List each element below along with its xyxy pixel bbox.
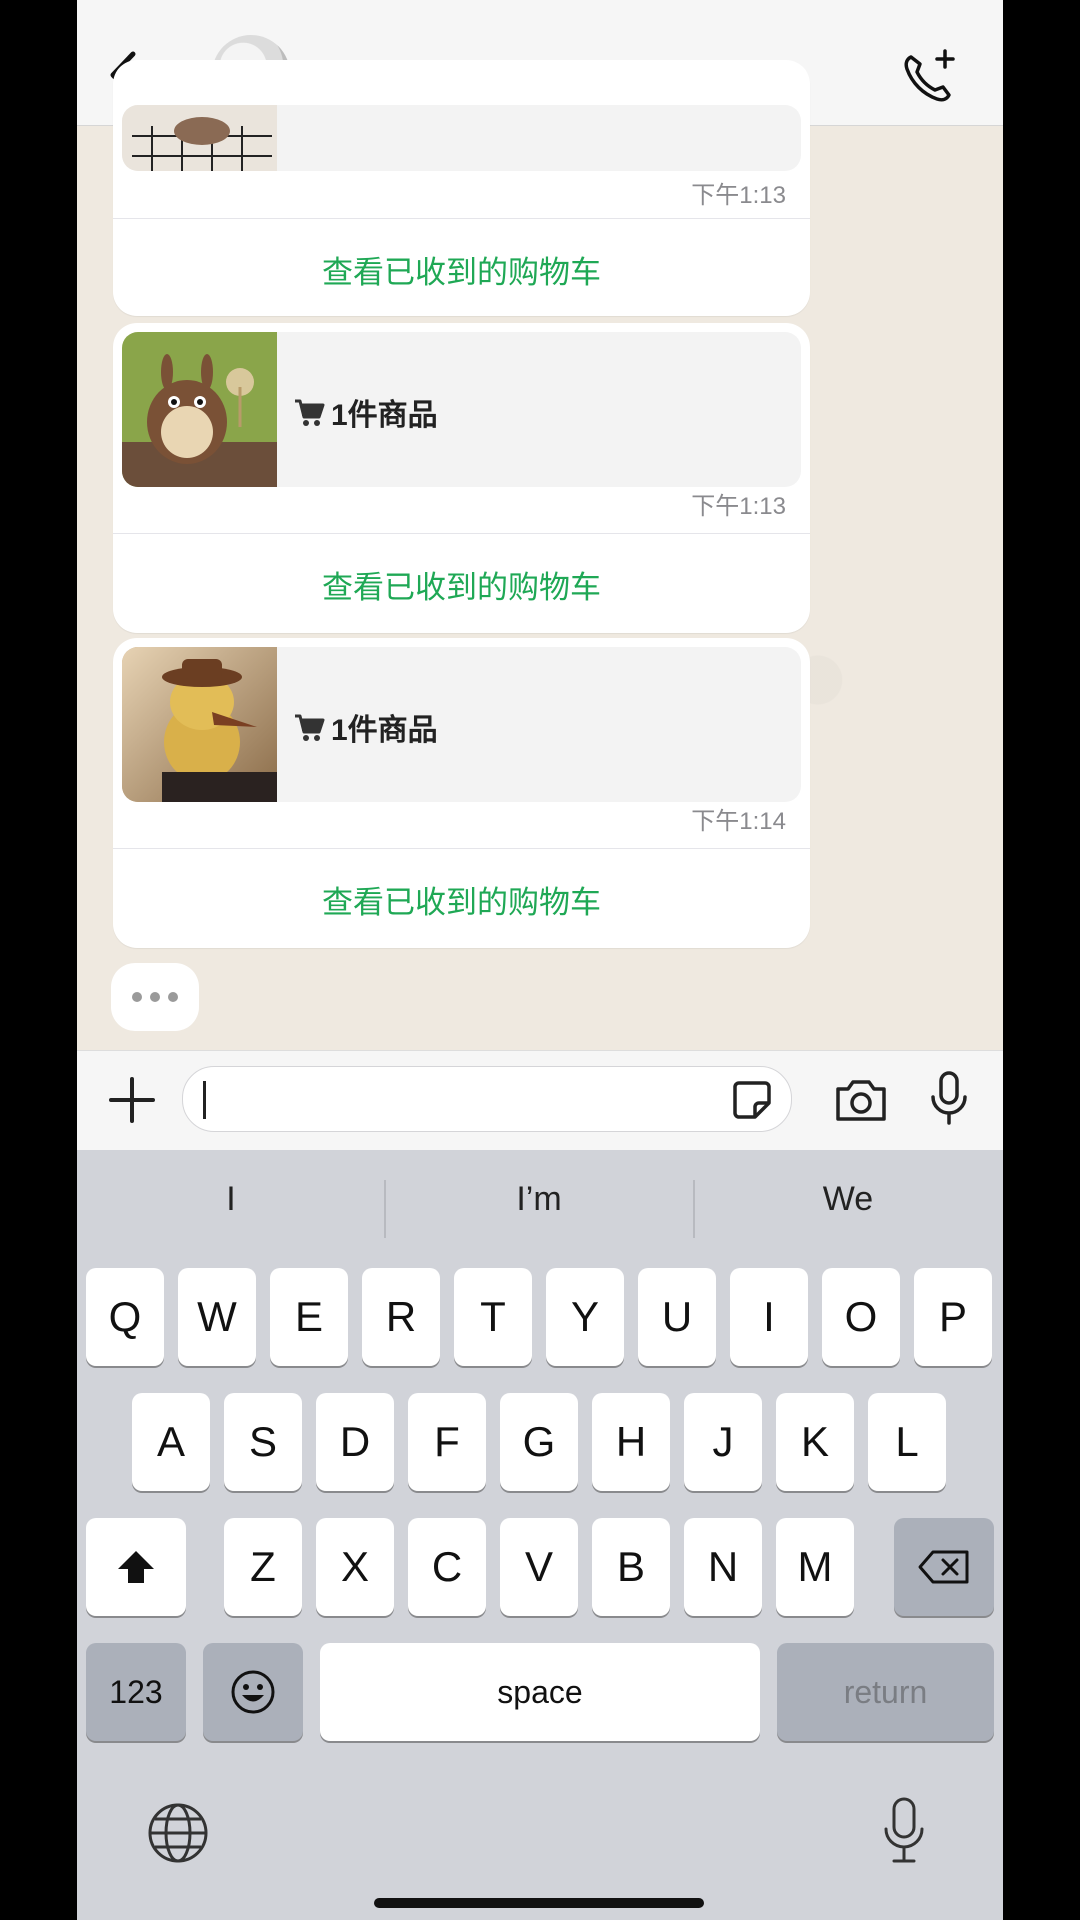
key-f[interactable]: F (408, 1393, 486, 1491)
key-t[interactable]: T (454, 1268, 532, 1366)
numbers-key[interactable]: 123 (86, 1643, 186, 1741)
message-input[interactable] (182, 1066, 792, 1132)
suggestion-3[interactable]: We (698, 1180, 998, 1219)
backspace-key[interactable] (894, 1518, 994, 1616)
suggestion-divider (384, 1180, 386, 1238)
cart-item-count: 1件商品 (293, 390, 438, 434)
home-indicator (374, 1898, 704, 1908)
key-m[interactable]: M (776, 1518, 854, 1616)
whatsapp-chat-screen: 在线 下午1:13 查看已收到的购物车 (77, 0, 1003, 1920)
cart-preview[interactable]: 1件商品 (122, 332, 801, 487)
view-cart-link[interactable]: 查看已收到的购物车 (113, 247, 810, 292)
key-s[interactable]: S (224, 1393, 302, 1491)
cart-message: 下午1:13 查看已收到的购物车 (113, 60, 810, 316)
product-thumbnail (122, 105, 277, 171)
key-g[interactable]: G (500, 1393, 578, 1491)
space-key[interactable]: space (320, 1643, 760, 1741)
key-c[interactable]: C (408, 1518, 486, 1616)
text-caret (203, 1081, 206, 1119)
key-v[interactable]: V (500, 1518, 578, 1616)
key-e[interactable]: E (270, 1268, 348, 1366)
call-add-icon (904, 49, 955, 102)
sticker-icon (733, 1081, 771, 1119)
suggestion-divider (693, 1180, 695, 1238)
emoji-icon (231, 1670, 275, 1714)
shift-key[interactable] (86, 1518, 186, 1616)
suggestion-1[interactable]: I (81, 1180, 381, 1219)
key-q[interactable]: Q (86, 1268, 164, 1366)
product-thumbnail (122, 332, 277, 487)
cart-preview[interactable]: 1件商品 (122, 647, 801, 802)
view-cart-link[interactable]: 查看已收到的购物车 (113, 562, 810, 607)
typing-dot (168, 992, 178, 1002)
key-z[interactable]: Z (224, 1518, 302, 1616)
suggestion-2[interactable]: I’m (389, 1180, 689, 1219)
camera-icon (836, 1080, 886, 1121)
typing-dot (132, 992, 142, 1002)
key-i[interactable]: I (730, 1268, 808, 1366)
cart-item-label: 1件商品 (331, 714, 438, 747)
divider (113, 218, 810, 219)
message-input-bar (77, 1050, 1003, 1151)
globe-button[interactable] (145, 1800, 211, 1866)
typing-indicator (111, 963, 199, 1031)
key-w[interactable]: W (178, 1268, 256, 1366)
camera-button[interactable] (832, 1071, 890, 1129)
voice-message-button[interactable] (927, 1069, 971, 1129)
cart-message: 1件商品 下午1:14 查看已收到的购物车 (113, 638, 810, 948)
plus-icon (109, 1077, 155, 1123)
key-o[interactable]: O (822, 1268, 900, 1366)
cart-icon (295, 399, 325, 426)
key-n[interactable]: N (684, 1518, 762, 1616)
dictation-button[interactable] (880, 1795, 928, 1867)
key-a[interactable]: A (132, 1393, 210, 1491)
divider (113, 533, 810, 534)
divider (113, 848, 810, 849)
key-x[interactable]: X (316, 1518, 394, 1616)
shift-icon (118, 1551, 154, 1583)
return-key[interactable]: return (777, 1643, 994, 1741)
key-h[interactable]: H (592, 1393, 670, 1491)
product-thumbnail (122, 647, 277, 802)
dictation-icon (884, 1797, 924, 1863)
key-p[interactable]: P (914, 1268, 992, 1366)
message-time: 下午1:13 (691, 182, 786, 209)
key-k[interactable]: K (776, 1393, 854, 1491)
key-j[interactable]: J (684, 1393, 762, 1491)
attach-button[interactable] (105, 1073, 159, 1127)
emoji-key[interactable] (203, 1643, 303, 1741)
add-call-button[interactable] (897, 45, 961, 109)
sticker-button[interactable] (731, 1079, 773, 1121)
cart-icon (295, 714, 325, 741)
mic-icon (931, 1071, 967, 1125)
key-y[interactable]: Y (546, 1268, 624, 1366)
ios-keyboard: I I’m We Q W E R T Y U I O P A S D F G H… (77, 1150, 1003, 1920)
message-time: 下午1:14 (691, 808, 786, 835)
cart-preview[interactable] (122, 105, 801, 171)
globe-icon (148, 1803, 208, 1863)
cart-message: 1件商品 下午1:13 查看已收到的购物车 (113, 323, 810, 633)
message-time: 下午1:13 (691, 493, 786, 520)
backspace-icon (918, 1550, 969, 1584)
cart-item-count: 1件商品 (293, 705, 438, 749)
cart-item-label: 1件商品 (331, 399, 438, 432)
key-l[interactable]: L (868, 1393, 946, 1491)
key-d[interactable]: D (316, 1393, 394, 1491)
typing-dot (150, 992, 160, 1002)
key-b[interactable]: B (592, 1518, 670, 1616)
key-r[interactable]: R (362, 1268, 440, 1366)
key-u[interactable]: U (638, 1268, 716, 1366)
view-cart-link[interactable]: 查看已收到的购物车 (113, 877, 810, 922)
